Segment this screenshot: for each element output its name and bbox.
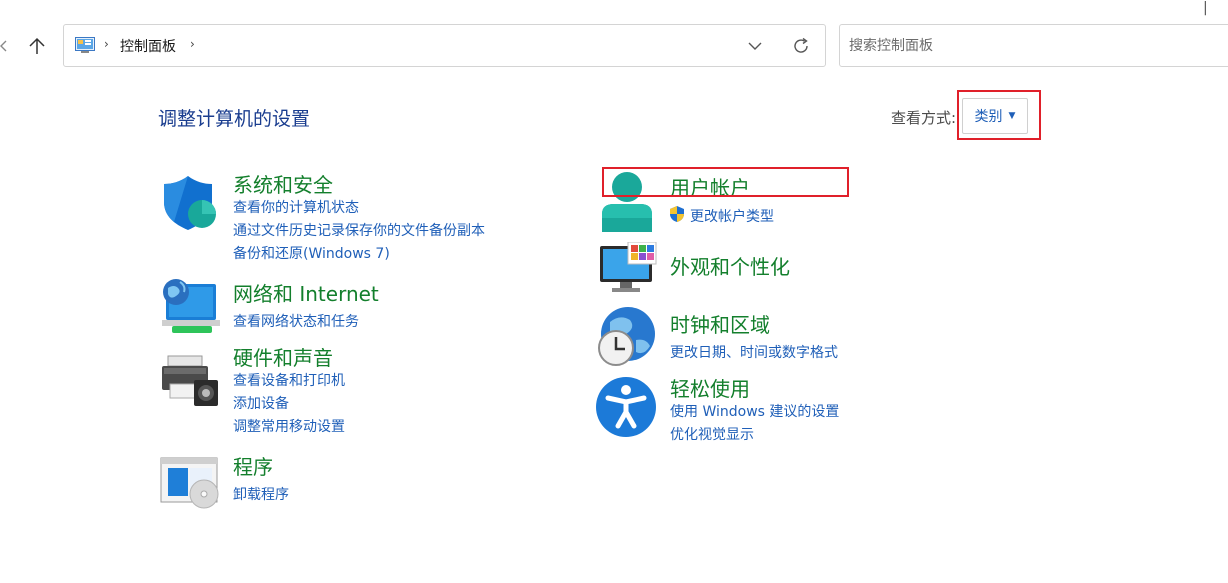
category-hardware-sound[interactable]: 硬件和声音: [233, 342, 333, 371]
page-title: 调整计算机的设置: [158, 108, 311, 130]
breadcrumb-control-panel[interactable]: 控制面板: [120, 36, 176, 56]
programs-icon[interactable]: [160, 456, 222, 510]
chevron-down-icon[interactable]: [744, 37, 766, 55]
link-uninstall-program[interactable]: 卸载程序: [233, 484, 289, 504]
category-appearance-personalization[interactable]: 外观和个性化: [670, 251, 790, 280]
category-system-security[interactable]: 系统和安全: [233, 169, 333, 198]
search-box[interactable]: [839, 24, 1228, 67]
category-clock-region[interactable]: 时钟和区域: [670, 309, 770, 338]
highlight-box-view: [957, 90, 1041, 140]
link-network-status[interactable]: 查看网络状态和任务: [233, 311, 359, 331]
category-programs[interactable]: 程序: [233, 451, 273, 480]
network-globe-icon[interactable]: [160, 276, 220, 336]
link-add-device[interactable]: 添加设备: [233, 393, 289, 413]
link-backup-restore[interactable]: 备份和还原(Windows 7): [233, 243, 390, 263]
appearance-personalization-icon[interactable]: [598, 242, 658, 294]
category-network-internet[interactable]: 网络和 Internet: [233, 278, 379, 307]
category-ease-of-access[interactable]: 轻松使用: [670, 373, 750, 402]
clock-globe-icon[interactable]: [596, 306, 658, 368]
uac-shield-icon: [670, 206, 684, 222]
link-optimize-visual-display[interactable]: 优化视觉显示: [670, 424, 754, 444]
link-file-history-backup[interactable]: 通过文件历史记录保存你的文件备份副本: [233, 220, 485, 240]
refresh-icon[interactable]: [791, 36, 811, 56]
arrow-up-icon: [29, 37, 45, 54]
control-panel-window: › 控制面板 › | 调整计算机的设置 查看方式: 类别 ▼ 系统和安全 查看你…: [0, 0, 1228, 583]
view-by-label: 查看方式:: [891, 109, 957, 127]
search-input[interactable]: [849, 35, 1219, 57]
link-change-account-type[interactable]: 更改帐户类型: [690, 206, 774, 226]
link-change-date-time-format[interactable]: 更改日期、时间或数字格式: [670, 342, 838, 362]
highlight-box-user-accounts: [602, 167, 849, 197]
address-bar[interactable]: › 控制面板 ›: [63, 24, 826, 67]
breadcrumb-separator: ›: [104, 37, 109, 51]
link-devices-printers[interactable]: 查看设备和打印机: [233, 370, 345, 390]
shield-icon[interactable]: [160, 172, 220, 232]
control-panel-icon: [75, 37, 95, 53]
breadcrumb-separator[interactable]: ›: [190, 37, 195, 51]
window-edge-mark: |: [1203, 0, 1208, 16]
link-view-computer-status[interactable]: 查看你的计算机状态: [233, 197, 359, 217]
up-button[interactable]: [22, 30, 52, 62]
link-mobility-settings[interactable]: 调整常用移动设置: [233, 416, 345, 436]
link-windows-recommended-settings[interactable]: 使用 Windows 建议的设置: [670, 401, 839, 421]
printer-icon[interactable]: [160, 354, 220, 408]
ease-of-access-icon[interactable]: [596, 376, 658, 438]
back-chevron-icon[interactable]: [0, 36, 10, 56]
